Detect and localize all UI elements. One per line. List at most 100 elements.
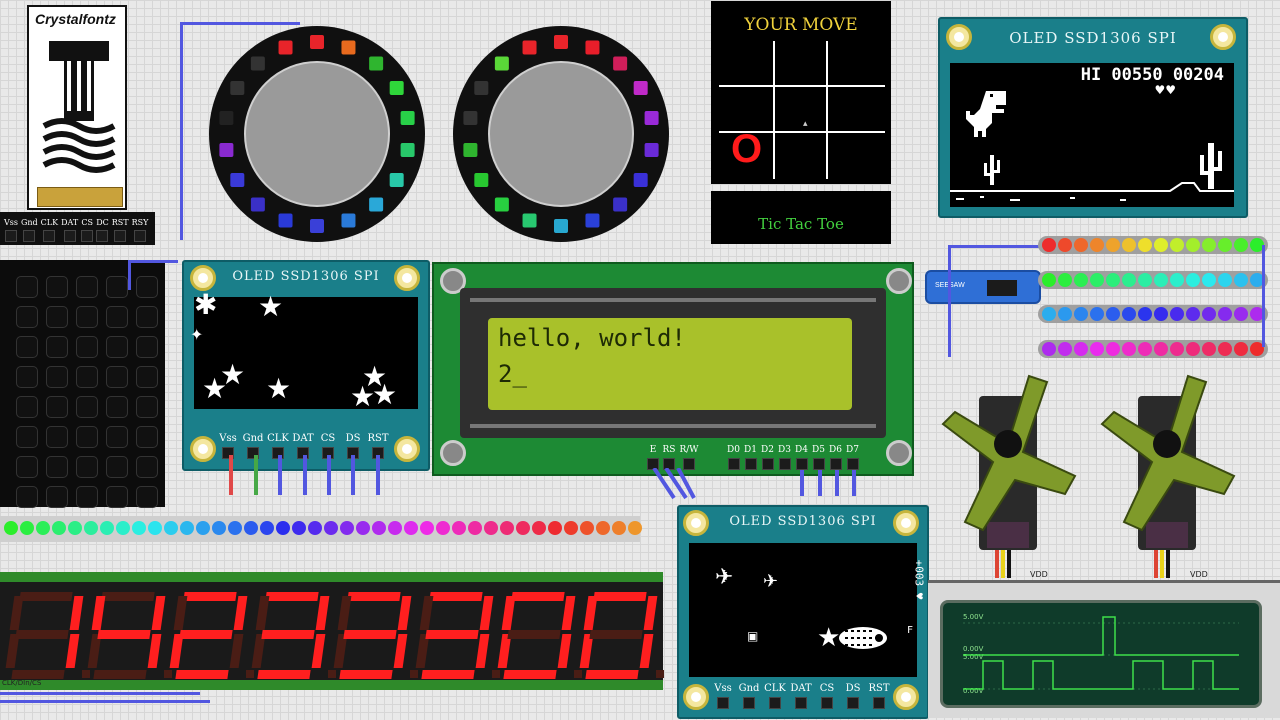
pin-d2[interactable]: D2 [760, 445, 775, 470]
servo-right[interactable] [1094, 372, 1244, 580]
keypad-key[interactable] [106, 276, 128, 298]
pin-gnd[interactable]: Gnd [243, 433, 263, 459]
keypad-key[interactable] [46, 276, 68, 298]
neopixel-led [292, 521, 306, 535]
keypad-key[interactable] [16, 276, 38, 298]
crystalfontz-panel: Crystalfontz [27, 5, 127, 210]
neopixel-led [68, 521, 82, 535]
dino-icon [966, 91, 1006, 137]
pin-ds[interactable]: DS [843, 683, 863, 709]
pin-d1[interactable]: D1 [743, 445, 758, 470]
keypad-key[interactable] [46, 336, 68, 358]
keypad-key[interactable] [76, 306, 98, 328]
seven-segment-footer: CLK/DIn/CS [2, 679, 42, 687]
keypad-key[interactable] [76, 336, 98, 358]
pin-clk[interactable]: CLK [764, 683, 786, 709]
pin-vss[interactable]: Vss [218, 433, 238, 459]
neopixel-led [1058, 342, 1072, 356]
lcd-data-pins: D0 D1 D2 D3 D4 D5 D6 D7 [726, 445, 860, 470]
keypad-key[interactable] [136, 366, 158, 388]
tictactoe-display[interactable]: YOUR MOVE O ▴ [711, 1, 891, 184]
keypad-key[interactable] [46, 426, 68, 448]
neopixel-led [369, 197, 384, 212]
pin-dat[interactable]: DAT [790, 683, 812, 709]
keypad-key[interactable] [16, 336, 38, 358]
oled-screen: HI 00550 00204 ♥♥ [950, 63, 1234, 207]
pin-d0[interactable]: D0 [726, 445, 741, 470]
pin-d4[interactable]: D4 [794, 445, 809, 470]
oscilloscope[interactable]: 5.00V 0.00V 5.00V 0.00V [928, 580, 1280, 718]
keypad-key[interactable] [16, 306, 38, 328]
keypad-key[interactable] [16, 486, 38, 508]
keypad-key[interactable] [16, 396, 38, 418]
pin-cs[interactable]: CS [817, 683, 837, 709]
pin-rs[interactable]: RS [662, 445, 676, 470]
seesaw-board[interactable]: SEESAW [925, 270, 1041, 304]
keypad-key[interactable] [46, 306, 68, 328]
crystalfontz-pin[interactable]: Gnd [21, 218, 38, 242]
keypad-key[interactable] [46, 396, 68, 418]
crystalfontz-pin[interactable]: RSY [132, 218, 148, 242]
keypad-key[interactable] [106, 396, 128, 418]
keypad-key[interactable] [16, 456, 38, 478]
crystalfontz-pin[interactable]: DC [96, 218, 109, 242]
keypad-key[interactable] [16, 366, 38, 388]
lcd1602-module[interactable]: hello, world! 2_ E RS R/W D0 D1 D2 D3 D4… [432, 262, 914, 476]
crystalfontz-pin[interactable]: DAT [61, 218, 78, 242]
keypad-key[interactable] [46, 456, 68, 478]
keypad-key[interactable] [76, 366, 98, 388]
crystalfontz-pin[interactable]: CLK [41, 218, 58, 242]
keypad-key[interactable] [106, 306, 128, 328]
pin-d5[interactable]: D5 [811, 445, 826, 470]
keypad-key[interactable] [136, 336, 158, 358]
keypad-key[interactable] [136, 306, 158, 328]
keypad-key[interactable] [76, 426, 98, 448]
keypad-key[interactable] [76, 276, 98, 298]
pin-d6[interactable]: D6 [828, 445, 843, 470]
pin-e[interactable]: E [646, 445, 660, 470]
led-strip[interactable] [1038, 305, 1268, 323]
keypad-key[interactable] [106, 366, 128, 388]
keypad-key[interactable] [136, 486, 158, 508]
keypad-key[interactable] [16, 426, 38, 448]
keypad-key[interactable] [136, 426, 158, 448]
neopixel-ring-left[interactable] [208, 25, 426, 243]
keypad-key[interactable] [136, 276, 158, 298]
keypad-key[interactable] [76, 486, 98, 508]
seven-segment-display[interactable]: 14233300 [0, 572, 664, 690]
neopixel-strip[interactable] [0, 516, 642, 542]
wire [0, 692, 200, 695]
keypad-key[interactable] [106, 426, 128, 448]
keypad-key[interactable] [106, 486, 128, 508]
keypad-key[interactable] [136, 456, 158, 478]
neopixel-led [1138, 238, 1152, 252]
crystalfontz-pin[interactable]: Vss [4, 218, 18, 242]
led-strip[interactable] [1038, 236, 1268, 254]
keypad-key[interactable] [106, 336, 128, 358]
crystalfontz-pin[interactable]: CS [81, 218, 94, 242]
keypad-key[interactable] [76, 396, 98, 418]
keypad-key[interactable] [106, 456, 128, 478]
wire [128, 260, 178, 263]
crystalfontz-display[interactable]: Crystalfontz Vss Gnd CLK DAT CS DC RST R… [0, 0, 155, 245]
keypad-key[interactable] [46, 366, 68, 388]
oled-dino-module[interactable]: OLED SSD1306 SPI HI 00550 00204 ♥♥ [938, 17, 1248, 218]
pin-rw[interactable]: R/W [678, 445, 700, 470]
keypad-key[interactable] [76, 456, 98, 478]
keypad-key[interactable] [46, 486, 68, 508]
neopixel-ring-right[interactable] [452, 25, 670, 243]
led-strip[interactable] [1038, 340, 1268, 358]
star-icon: ★ [266, 372, 292, 405]
servo-left[interactable] [935, 372, 1085, 580]
keypad-matrix[interactable] [0, 260, 165, 508]
pin-gnd[interactable]: Gnd [739, 683, 759, 709]
pin-d7[interactable]: D7 [845, 445, 860, 470]
keypad-key[interactable] [136, 396, 158, 418]
pin-rst[interactable]: RST [868, 683, 890, 709]
led-strip[interactable] [1038, 271, 1268, 289]
oled-space-module[interactable]: OLED SSD1306 SPI +003 ♥ F ✈ ✈ ▣ ★ Vss Gn… [677, 505, 929, 719]
pin-d3[interactable]: D3 [777, 445, 792, 470]
pin-vss[interactable]: Vss [713, 683, 733, 709]
crystalfontz-pin[interactable]: RST [112, 218, 129, 242]
oled-stars-module[interactable]: OLED SSD1306 SPI ✱ ★ ✦ ★ ★ ★ ★ ★ ★ Vss G… [182, 260, 430, 471]
